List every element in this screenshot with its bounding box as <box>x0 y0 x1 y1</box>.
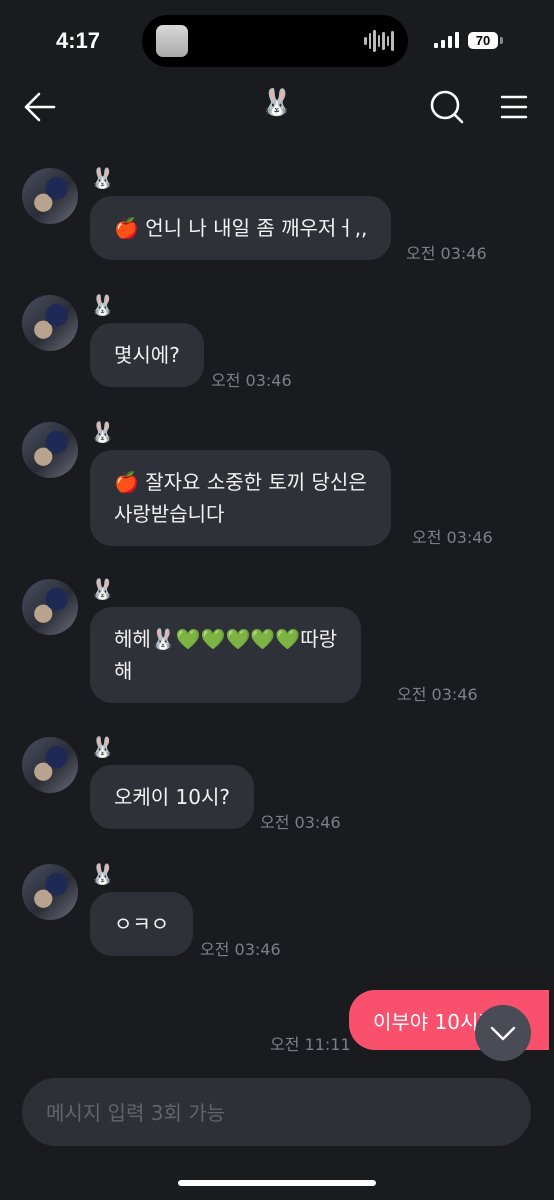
avatar[interactable] <box>22 737 78 793</box>
battery-icon: 70 <box>468 32 498 49</box>
sender-name: 🐰 <box>90 735 115 759</box>
home-indicator[interactable] <box>178 1180 376 1186</box>
now-playing-artwork <box>156 25 188 57</box>
sender-name: 🐰 <box>90 293 115 317</box>
message-input[interactable] <box>44 1078 508 1148</box>
status-bar: 4:17 70 <box>0 0 554 80</box>
sender-name: 🐰 <box>90 862 115 886</box>
avatar[interactable] <box>22 864 78 920</box>
message-bubble[interactable]: 🍎 잘자요 소중한 토끼 당신은 사랑받습니다 <box>90 450 391 546</box>
message-bubble[interactable]: 몇시에? <box>90 323 204 387</box>
chat-header: 🐰 <box>0 80 554 134</box>
sender-name: 🐰 <box>90 420 115 444</box>
chevron-down-icon <box>490 1026 516 1041</box>
message-time: 오전 03:46 <box>406 244 487 263</box>
hamburger-menu-icon <box>500 95 528 119</box>
message-time: 오전 03:46 <box>412 528 493 547</box>
audio-waveform-icon <box>364 29 395 53</box>
sender-name: 🐰 <box>90 166 115 190</box>
avatar[interactable] <box>22 579 78 635</box>
search-button[interactable] <box>428 88 466 126</box>
message-bubble[interactable]: 🍎 언니 나 내일 좀 깨우저ㅓ,, <box>90 196 392 260</box>
cellular-signal-icon <box>434 32 459 48</box>
message-composer <box>22 1078 531 1148</box>
message-time: 오전 03:46 <box>397 685 478 704</box>
avatar[interactable] <box>22 168 78 224</box>
sender-name: 🐰 <box>90 577 115 601</box>
search-icon <box>430 90 464 124</box>
menu-button[interactable] <box>498 92 530 122</box>
chat-title: 🐰 <box>260 88 294 118</box>
avatar[interactable] <box>22 422 78 478</box>
message-time: 오전 03:46 <box>211 371 292 390</box>
avatar[interactable] <box>22 295 78 351</box>
message-bubble[interactable]: 오케이 10시? <box>90 765 255 829</box>
scroll-to-bottom-button[interactable] <box>475 1005 531 1061</box>
message-time: 오전 03:46 <box>200 940 281 959</box>
message-bubble[interactable]: ㅇㅋㅇ <box>90 892 194 956</box>
dynamic-island[interactable] <box>142 15 408 67</box>
outgoing-message-time: 오전 11:11 <box>270 1035 351 1054</box>
message-time: 오전 03:46 <box>260 813 341 832</box>
message-bubble[interactable]: 헤헤🐰💚💚💚💚💚따랑 해 <box>90 607 362 703</box>
battery-tip <box>500 37 503 44</box>
status-time: 4:17 <box>56 28 101 53</box>
